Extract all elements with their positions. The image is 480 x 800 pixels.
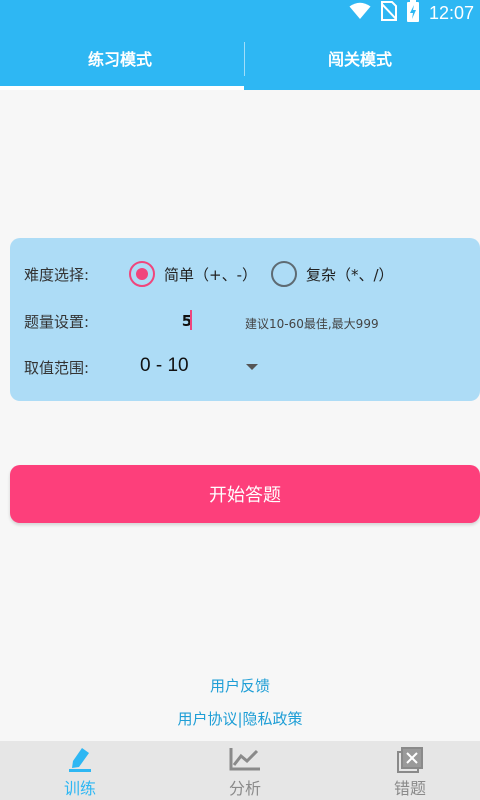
start-answering-label: 开始答题 bbox=[209, 485, 281, 506]
radio-simple-label[interactable]: 简单（+、-） bbox=[164, 264, 257, 285]
difficulty-label: 难度选择: bbox=[24, 266, 90, 284]
tab-divider bbox=[244, 42, 245, 76]
mode-tab-bar: 练习模式 闯关模式 bbox=[0, 26, 480, 90]
question-count-hint: 建议10-60最佳,最大999 bbox=[245, 317, 379, 331]
tab-challenge-mode[interactable]: 闯关模式 bbox=[240, 26, 480, 90]
question-count-label: 题量设置: bbox=[24, 313, 90, 331]
dropdown-caret-icon[interactable] bbox=[246, 364, 258, 370]
radio-complex-label[interactable]: 复杂（*、/） bbox=[306, 264, 394, 285]
tab-practice-mode[interactable]: 练习模式 bbox=[0, 26, 240, 90]
battery-charging-icon bbox=[406, 0, 419, 26]
nav-label-wrong-questions: 错题 bbox=[393, 779, 426, 798]
status-bar: 12:07 bbox=[0, 0, 480, 26]
question-count-input[interactable] bbox=[172, 309, 202, 333]
agreement-privacy-link[interactable]: 用户协议|隐私政策 bbox=[0, 708, 480, 729]
nav-label-training: 训练 bbox=[63, 779, 96, 798]
feedback-link[interactable]: 用户反馈 bbox=[0, 675, 480, 696]
nav-item-training[interactable]: 训练 bbox=[30, 741, 130, 800]
nav-item-analysis[interactable]: 分析 bbox=[195, 741, 295, 800]
no-sim-icon bbox=[380, 1, 398, 25]
status-time: 12:07 bbox=[428, 2, 474, 23]
value-range-value[interactable]: 0 - 10 bbox=[140, 355, 189, 377]
tab-practice-mode-label: 练习模式 bbox=[87, 50, 152, 69]
chart-icon bbox=[229, 747, 261, 775]
nav-item-wrong-questions[interactable]: 错题 bbox=[360, 741, 460, 800]
pencil-icon bbox=[69, 747, 91, 777]
value-range-label: 取值范围: bbox=[24, 359, 90, 377]
status-icons: 12:07 bbox=[349, 0, 480, 26]
wrong-questions-icon bbox=[397, 747, 423, 777]
tab-challenge-mode-label: 闯关模式 bbox=[327, 50, 392, 69]
tab-selected-indicator bbox=[0, 86, 244, 90]
start-answering-button[interactable]: 开始答题 bbox=[10, 465, 480, 523]
nav-label-analysis: 分析 bbox=[228, 779, 261, 798]
settings-card: 难度选择: 简单（+、-） 复杂（*、/） 题量设置: 建议10-60最佳,最大… bbox=[10, 238, 480, 401]
radio-checked-icon[interactable] bbox=[129, 261, 155, 287]
radio-unchecked-icon[interactable] bbox=[271, 261, 297, 287]
bottom-nav: 训练 分析 错题 bbox=[0, 741, 480, 800]
text-cursor bbox=[190, 310, 192, 330]
wifi-icon bbox=[349, 2, 371, 24]
